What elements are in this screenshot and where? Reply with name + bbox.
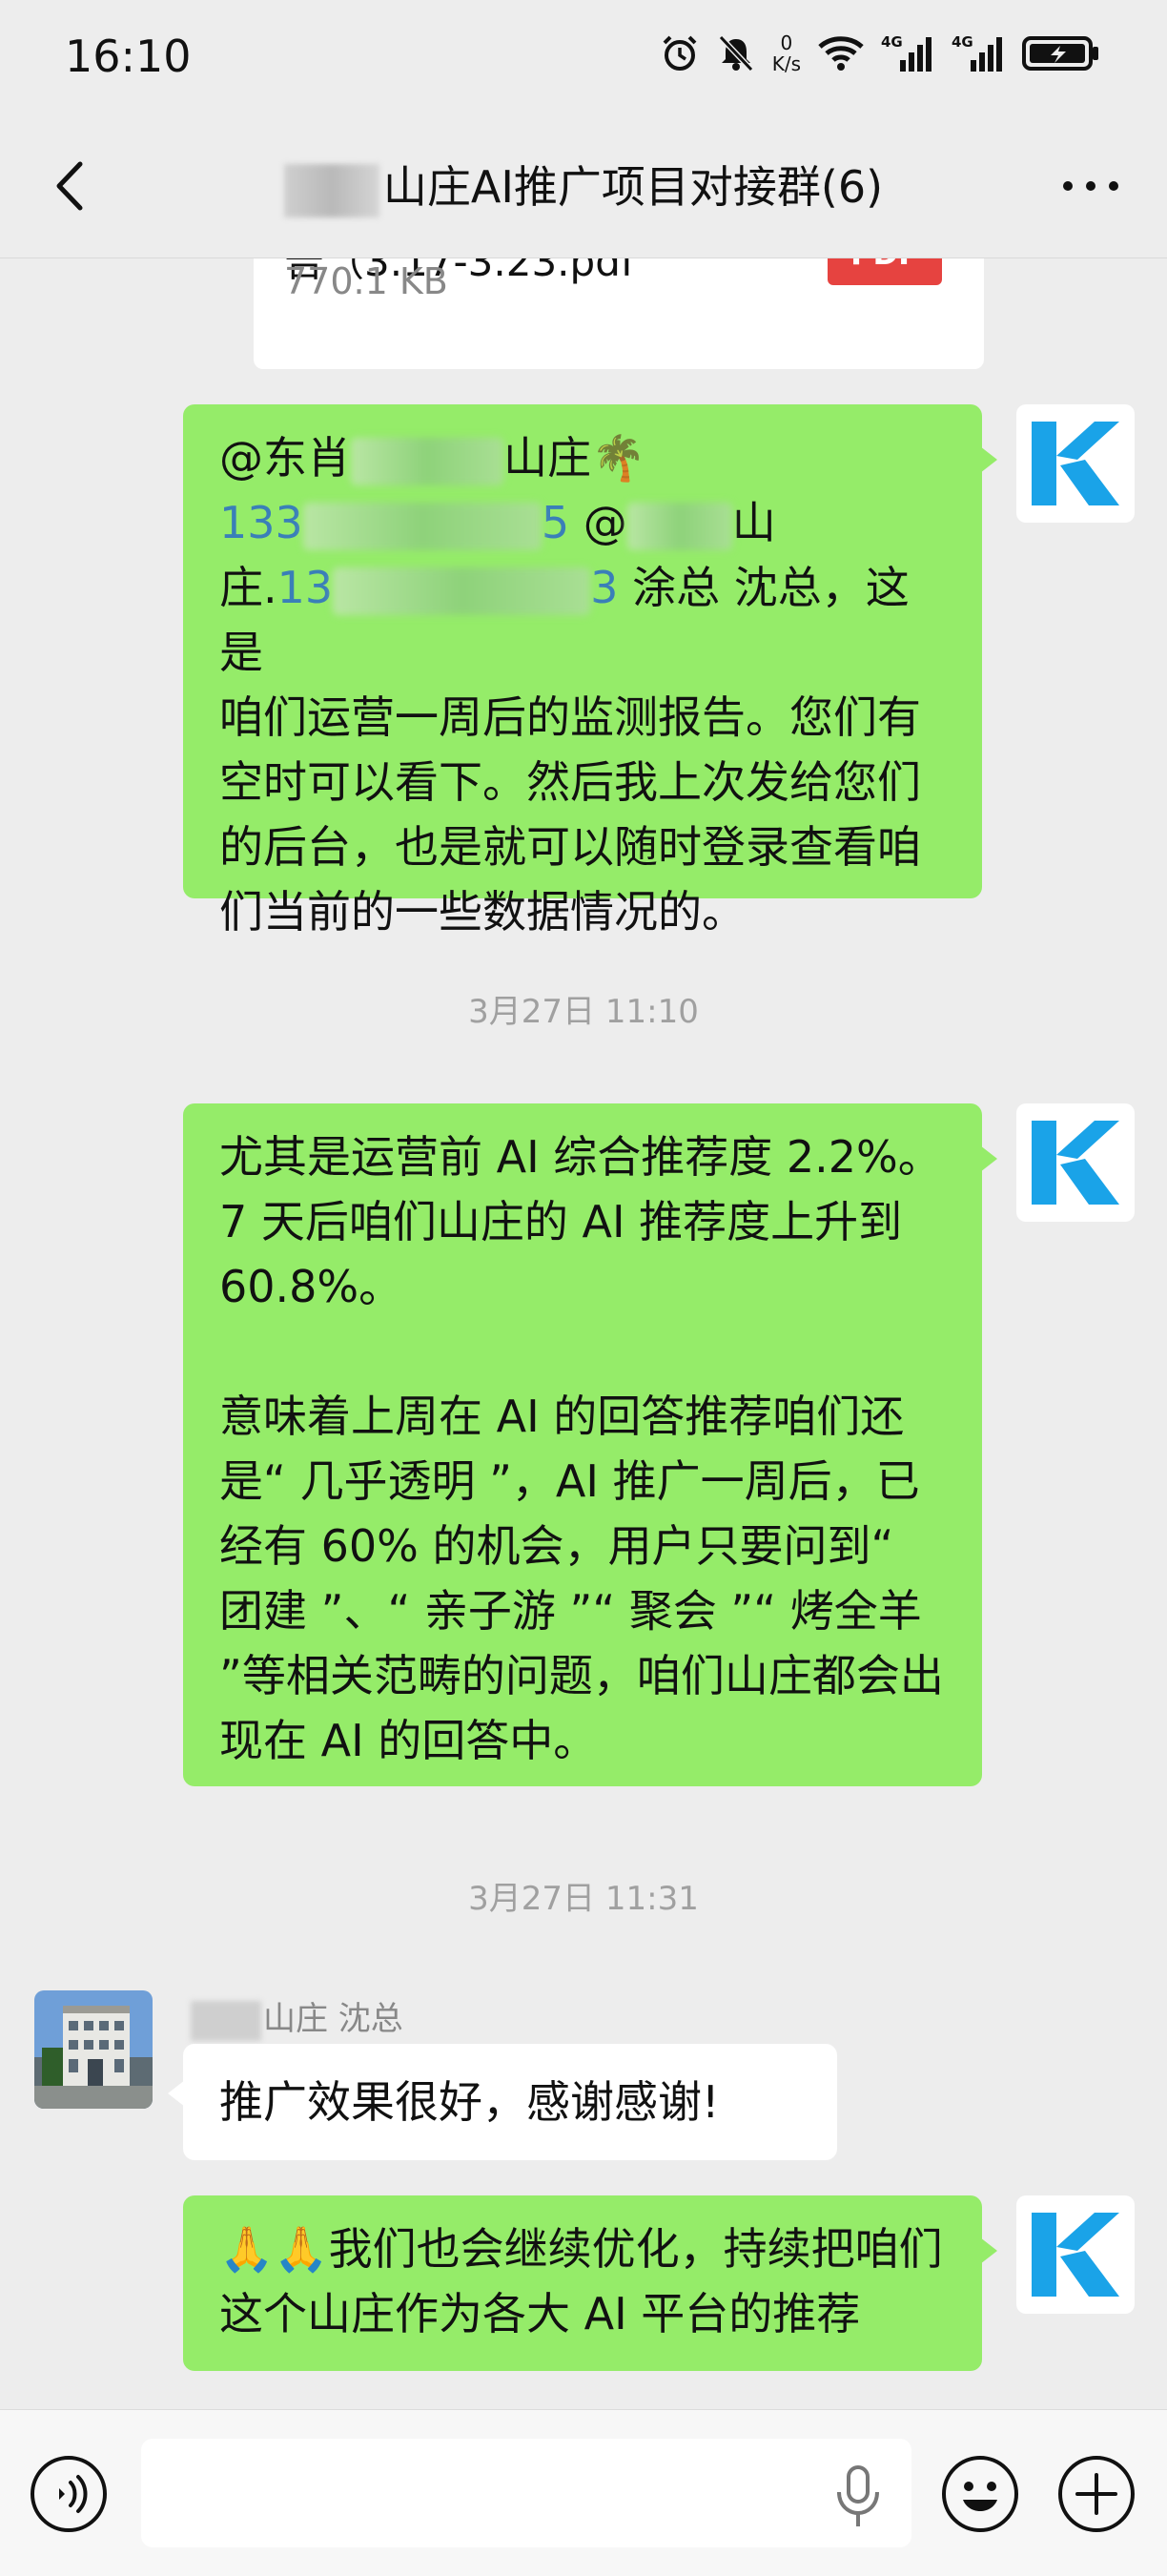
message-text: 推广效果很好，感谢感谢!: [219, 2076, 720, 2128]
sender-name-text: 山庄 沈总: [263, 2000, 403, 2038]
timestamp: 3月27日 11:10: [468, 993, 699, 1031]
mention-suffix: 山庄🌴: [503, 432, 646, 484]
message-bubble[interactable]: 尤其是运营前 AI 综合推荐度 2.2%。7 天后咱们山庄的 AI 推荐度上升到…: [183, 1103, 997, 1786]
file-size: 770.1 KB: [284, 260, 448, 302]
signal1-label: 4G: [881, 33, 903, 51]
redacted-phone: [333, 567, 591, 615]
message-bubble[interactable]: 推广效果很好，感谢感谢!: [168, 2044, 837, 2160]
message-text: 我们也会继续优化，持续把咱们这个山庄作为各大 AI 平台的推荐: [219, 2223, 943, 2339]
signal2-label: 4G: [952, 33, 973, 51]
message-text: 咱们运营一周后的监测报告。您们有空时可以看下。然后我上次发给您们的后台，也是就可…: [219, 691, 921, 938]
mention[interactable]: @: [584, 497, 627, 548]
message-bubble[interactable]: @东肖 山庄🌴 133 5 @ 山 庄.13 3 涂总 沈总，这是 咱们运营一周后的监测…: [183, 404, 997, 938]
message-bubble[interactable]: 🙏🙏我们也会继续优化，持续把咱们这个山庄作为各大 AI 平台的推荐: [183, 2195, 997, 2371]
pdf-icon: PDF: [828, 258, 942, 285]
plus-icon[interactable]: [1056, 2454, 1136, 2534]
building-photo-icon: [34, 1990, 153, 2109]
file-message[interactable]: 告（3.17-3.23.pdf 770.1 KB PDF: [254, 258, 984, 369]
net-speed: 0 K/s: [772, 32, 801, 74]
message-text: 意味着上周在 AI 的回答推荐咱们还是“ 几乎透明 ”，AI 推广一周后，已经有…: [219, 1391, 944, 1766]
mention-suffix: 山: [731, 497, 776, 548]
mic-icon[interactable]: [829, 2463, 887, 2530]
chat-title: 山庄AI推广项目对接群(6): [0, 153, 1167, 217]
chat-title-text: 山庄AI推广项目对接群(6): [382, 161, 884, 213]
redacted-name: [351, 437, 503, 485]
message-text: 尤其是运营前 AI 综合推荐度 2.2%。7 天后咱们山庄的 AI 推荐度上升到…: [219, 1131, 942, 1312]
wifi-icon: [818, 36, 864, 71]
signal-icon: 4G: [952, 33, 1002, 72]
net-speed-value: 0: [780, 31, 793, 54]
pray-emoji-icon: 🙏🙏: [219, 2223, 329, 2275]
voice-icon[interactable]: [29, 2454, 109, 2534]
sender-name: 山庄 沈总: [191, 1992, 403, 2041]
more-icon[interactable]: [1053, 153, 1129, 219]
chat-header: 山庄AI推广项目对接群(6): [0, 114, 1167, 258]
avatar[interactable]: [1016, 404, 1135, 523]
input-bar: [0, 2409, 1167, 2576]
redacted-name: [626, 502, 732, 550]
message-input[interactable]: [141, 2439, 911, 2547]
k-logo-icon: [1032, 422, 1119, 505]
phone-number[interactable]: 13: [277, 562, 334, 613]
k-logo-icon: [1032, 1121, 1119, 1205]
avatar[interactable]: [1016, 2195, 1135, 2314]
k-logo-icon: [1032, 2213, 1119, 2297]
battery-charging-icon: [1022, 36, 1098, 71]
phone-number[interactable]: 133: [219, 497, 303, 548]
redacted-name: [191, 2000, 261, 2041]
emoji-icon[interactable]: [940, 2454, 1020, 2534]
message-list[interactable]: 告（3.17-3.23.pdf 770.1 KB PDF @东肖山庄🌴 1335…: [0, 258, 1167, 2409]
status-time: 16:10: [65, 31, 192, 82]
status-bar: 16:10 0 K/s 4G 4G: [0, 0, 1167, 114]
avatar[interactable]: [34, 1990, 153, 2109]
timestamp: 3月27日 11:31: [468, 1880, 699, 1918]
net-speed-unit: K/s: [771, 52, 801, 75]
redacted-phone: [302, 502, 542, 550]
signal-icon: 4G: [881, 33, 932, 72]
phone-number-end: 5: [541, 497, 570, 548]
pdf-badge-label: PDF: [850, 258, 919, 272]
mention[interactable]: @东肖: [219, 432, 351, 484]
status-icons: 0 K/s 4G 4G: [660, 32, 1100, 74]
mention-prefix: 庄.: [219, 562, 277, 613]
phone-number-end: 3: [590, 562, 619, 613]
alarm-icon: [663, 35, 697, 71]
redacted-name: [283, 163, 379, 217]
avatar[interactable]: [1016, 1103, 1135, 1222]
mute-icon: [718, 34, 753, 72]
